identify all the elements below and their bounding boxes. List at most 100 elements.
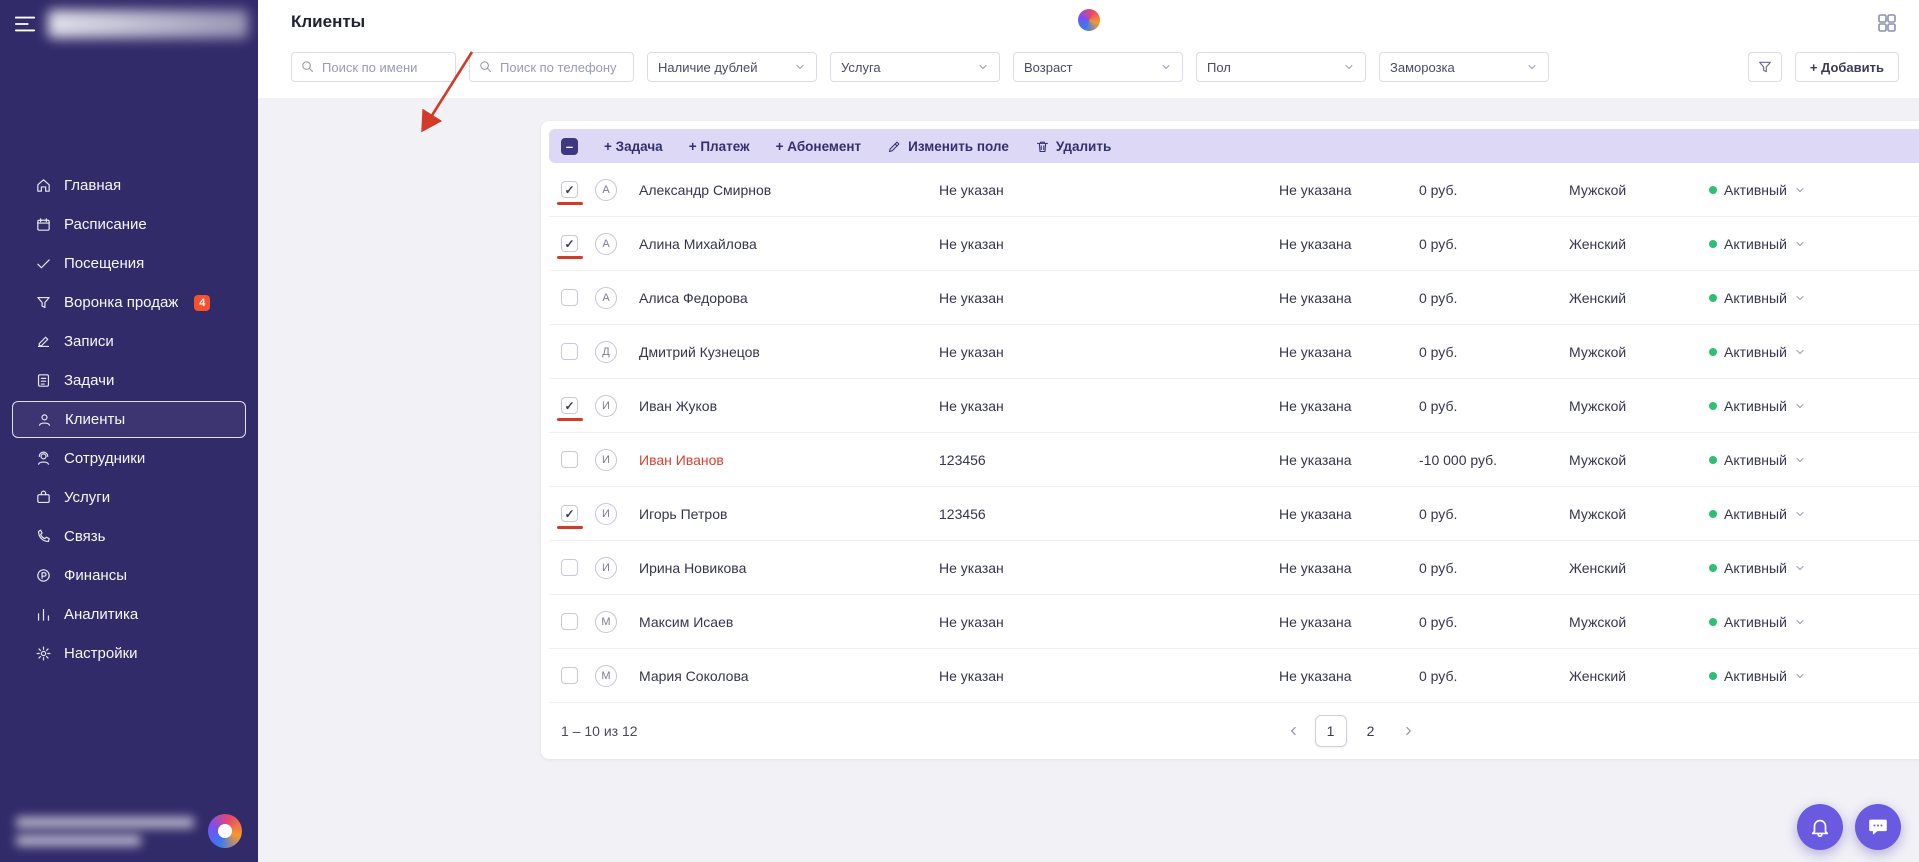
trash-icon [1035,139,1050,154]
row-checkbox[interactable] [561,613,578,630]
chevron-down-icon [794,61,806,73]
sidebar-item-label: Аналитика [64,606,139,623]
add-subscription-button[interactable]: + Абонемент [776,139,862,154]
row-checkbox[interactable] [561,289,578,306]
avatar: И [595,448,617,471]
client-balance: 0 руб. [1419,289,1458,306]
status-dropdown[interactable]: Активный [1709,560,1919,576]
sidebar-item-staff[interactable]: Сотрудники [0,439,258,478]
filter-dropdown-3[interactable]: Пол [1196,52,1366,82]
status-dropdown[interactable]: Активный [1709,668,1919,684]
row-checkbox[interactable] [561,559,578,576]
bulk-action-label: Удалить [1055,138,1112,154]
row-checkbox[interactable] [557,397,583,421]
status-dropdown[interactable]: Активный [1709,344,1919,360]
filter-dropdown-0[interactable]: Наличие дублей [647,52,817,82]
table-row[interactable]: А Алина МихайловаНе указан Не указана 0 руб… [549,217,1919,271]
table-row[interactable]: И Иван Иванов 123456 Не указана -10 000 руб.… [549,433,1919,487]
edit-field-button[interactable]: Изменить поле [887,139,1009,154]
sidebar-item-tasks[interactable]: Задачи [0,361,258,400]
notifications-button[interactable] [1797,804,1843,850]
prev-page-icon[interactable] [1281,715,1307,747]
status-dropdown[interactable]: Активный [1709,236,1919,252]
table-row[interactable]: М Мария Соколова Не указан Не указана 0 руб.… [549,649,1919,703]
search-name-input[interactable] [291,52,456,82]
client-phone: Не указан [939,559,1004,576]
filter-dropdown-2[interactable]: Возраст [1013,52,1183,82]
client-name[interactable]: Иван Иванов [639,452,939,468]
row-checkbox[interactable] [557,505,583,529]
client-name[interactable]: Игорь Петров [639,506,939,522]
status-label: Активный [1724,235,1787,252]
row-checkbox[interactable] [557,235,583,259]
avatar: А [595,286,617,309]
sidebar-item-finance[interactable]: Финансы [0,556,258,595]
sidebar-item-check[interactable]: Посещения [0,244,258,283]
client-name[interactable]: Иван Жуков [639,398,939,414]
sidebar-item-settings[interactable]: Настройки [0,634,258,673]
row-checkbox[interactable] [561,451,578,468]
row-checkbox[interactable] [561,667,578,684]
client-name[interactable]: Максим Исаев [639,614,939,630]
chevron-down-icon [1794,184,1806,196]
client-phone: Не указан [939,667,1004,684]
client-balance: -10 000 руб. [1419,451,1498,468]
filter-bar: Наличие дублейУслугаВозрастПолЗаморозка … [291,52,1899,82]
menu-toggle-icon[interactable] [14,14,38,34]
phone-icon [34,528,52,546]
table-row[interactable]: Д Дмитрий Кузнецов Не указан Не указана 0 ру… [549,325,1919,379]
sidebar-item-phone[interactable]: Связь [0,517,258,556]
client-name[interactable]: Алина Михайлова [639,236,939,252]
client-name[interactable]: Дмитрий Кузнецов [639,344,939,360]
add-payment-button[interactable]: + Платеж [689,139,750,154]
status-dropdown[interactable]: Активный [1709,290,1919,306]
select-all-checkbox[interactable] [561,137,578,155]
sidebar-item-clients[interactable]: Клиенты [12,401,246,438]
sidebar-item-label: Записи [64,333,114,350]
status-dropdown[interactable]: Активный [1709,182,1919,198]
chat-button[interactable] [1855,804,1901,850]
sidebar-item-label: Посещения [64,255,145,272]
sidebar-item-services[interactable]: Услуги [0,478,258,517]
table-row[interactable]: И Игорь Петров123456 Не указана 0 руб. Мужск… [549,487,1919,541]
brand-logo [208,814,242,848]
client-phone: Не указан [939,235,1004,252]
search-phone-input[interactable] [469,52,634,82]
apps-grid-icon[interactable] [1875,11,1899,35]
sidebar-item-funnel[interactable]: Воронка продаж 4 [0,283,258,322]
next-page-icon[interactable] [1395,715,1421,747]
table-row[interactable]: И Иван ЖуковНе указан Не указана 0 руб. Мужс… [549,379,1919,433]
table-row[interactable]: И Ирина Новикова Не указан Не указана 0 руб.… [549,541,1919,595]
table-row[interactable]: А Алиса Федорова Не указан Не указана 0 руб.… [549,271,1919,325]
add-client-button[interactable]: + Добавить [1794,52,1899,82]
client-name[interactable]: Мария Соколова [639,668,939,684]
row-checkbox[interactable] [557,181,583,205]
sidebar-item-label: Клиенты [65,411,126,428]
client-name[interactable]: Алиса Федорова [639,290,939,306]
row-checkbox[interactable] [561,343,578,360]
add-task-button[interactable]: + Задача [604,139,663,154]
status-dropdown[interactable]: Активный [1709,398,1919,414]
sidebar-item-analytics[interactable]: Аналитика [0,595,258,634]
filter-icon[interactable] [1747,52,1782,82]
status-dropdown[interactable]: Активный [1709,614,1919,630]
sidebar-item-home[interactable]: Главная [0,166,258,205]
client-age: Не указана [1279,505,1352,522]
page-2[interactable]: 2 [1355,715,1387,747]
table-row[interactable]: А Александр СмирновНе указан Не указана 0 р… [549,163,1919,217]
client-name[interactable]: Александр Смирнов [639,182,939,198]
status-dropdown[interactable]: Активный [1709,452,1919,468]
filter-dropdown-1[interactable]: Услуга [830,52,1000,82]
sidebar-item-calendar[interactable]: Расписание [0,205,258,244]
table-row[interactable]: М Максим Исаев Не указан Не указана 0 руб. Му… [549,595,1919,649]
status-dropdown[interactable]: Активный [1709,506,1919,522]
chevron-down-icon [1794,562,1806,574]
calendar-icon [34,216,52,234]
filter-dropdown-4[interactable]: Заморозка [1379,52,1549,82]
page-1[interactable]: 1 [1314,715,1347,747]
sidebar-item-edit[interactable]: Записи [0,322,258,361]
app-root: Главная Расписание Посещения Воронка продаж… [0,0,1919,862]
dropdown-label: Наличие дублей [658,59,758,75]
delete-button[interactable]: Удалить [1035,139,1111,154]
client-name[interactable]: Ирина Новикова [639,560,939,576]
